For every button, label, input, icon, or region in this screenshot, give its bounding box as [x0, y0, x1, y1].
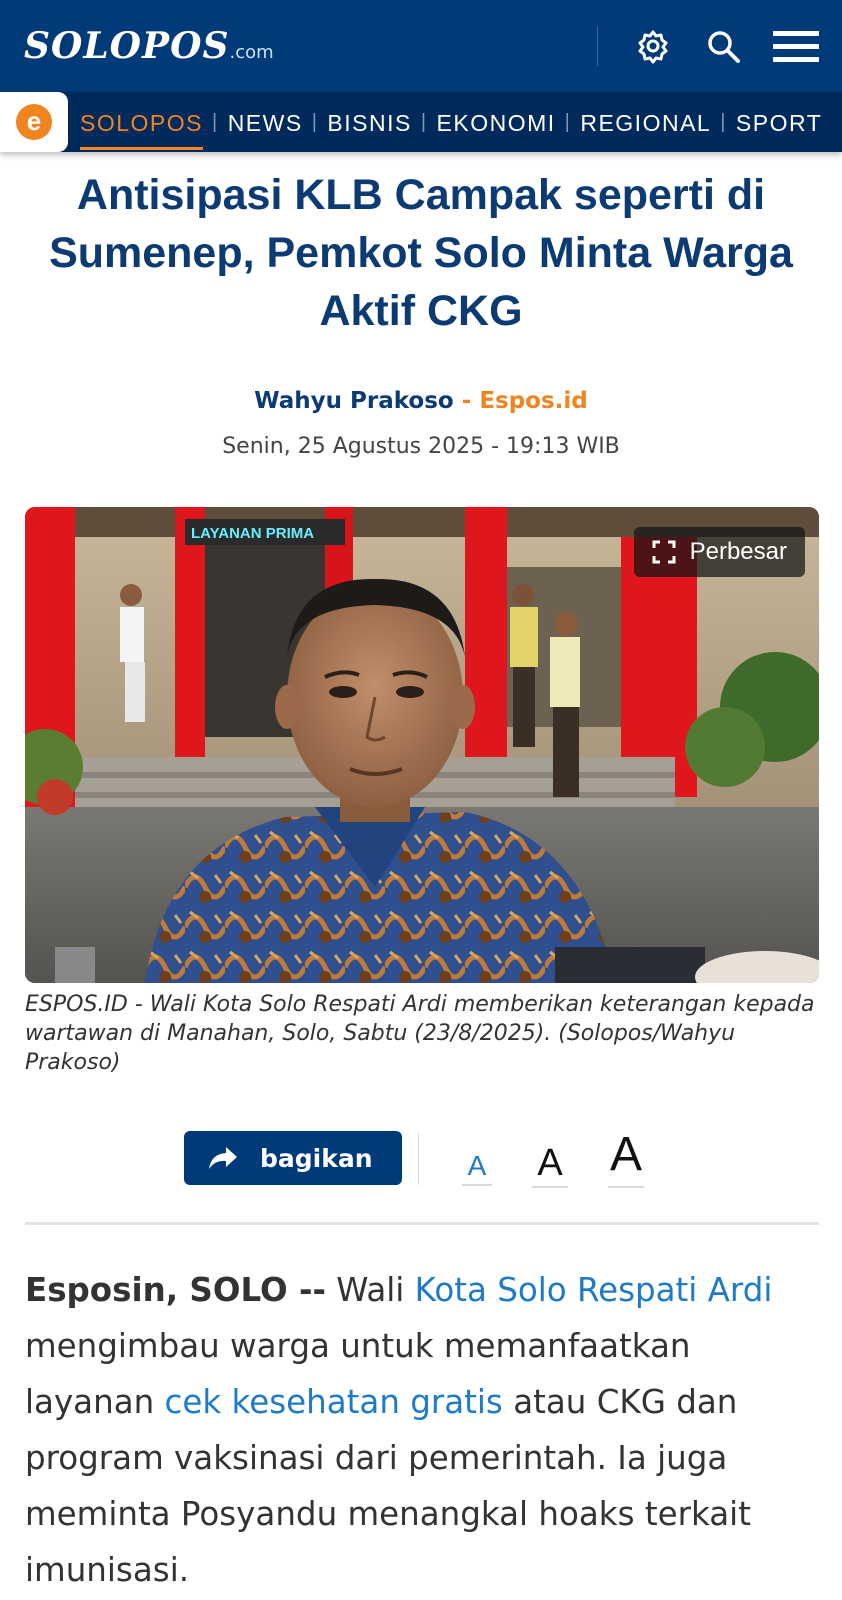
nav-separator: |: [420, 110, 428, 133]
site-header: SOLOPOS.com: [0, 0, 842, 92]
gear-icon[interactable]: [635, 28, 671, 64]
category-nav: e SOLOPOS | NEWS | BISNIS | EKONOMI | RE…: [0, 92, 842, 152]
nav-separator: |: [311, 110, 319, 133]
content-divider: [25, 1222, 819, 1225]
nav-item-ekonomi[interactable]: EKONOMI: [437, 92, 556, 152]
nav-separator: |: [720, 110, 727, 133]
enlarge-label: Perbesar: [689, 538, 787, 565]
tools-divider: [418, 1133, 419, 1185]
nav-item-sport[interactable]: SPORT: [736, 92, 822, 152]
espos-logo-icon: e: [16, 104, 52, 140]
enlarge-button[interactable]: Perbesar: [633, 527, 805, 577]
search-icon[interactable]: [705, 28, 741, 64]
font-size-small-button[interactable]: A: [462, 1148, 492, 1186]
nav-item-bisnis[interactable]: BISNIS: [327, 92, 411, 152]
nav-item-regional[interactable]: REGIONAL: [580, 92, 711, 152]
photo-caption: ESPOS.ID - Wali Kota Solo Respati Ardi m…: [25, 992, 815, 1075]
nav-item-solopos[interactable]: SOLOPOS: [80, 92, 203, 152]
author-link[interactable]: Wahyu Prakoso: [254, 388, 454, 414]
header-divider: [597, 26, 598, 66]
body-text: Wali: [325, 1271, 415, 1309]
inline-link-respati-ardi[interactable]: Kota Solo Respati Ardi: [415, 1271, 773, 1309]
nav-separator: |: [211, 110, 219, 133]
menu-icon[interactable]: [773, 28, 819, 64]
photo-illustration: LAYANAN PRIMA: [25, 507, 819, 983]
logo-suffix: .com: [229, 42, 274, 63]
publish-date: Senin, 25 Agustus 2025 - 19:13 WIB: [222, 434, 620, 459]
inline-link-cek-kesehatan[interactable]: cek kesehatan gratis: [165, 1383, 503, 1421]
share-arrow-icon: [209, 1147, 237, 1169]
font-size-large-button[interactable]: A: [608, 1126, 644, 1188]
expand-icon: [652, 540, 676, 564]
nav-separator: |: [564, 110, 572, 133]
nav-item-news[interactable]: NEWS: [228, 92, 303, 152]
article-title: Antisipasi KLB Campak seperti di Sumenep…: [49, 171, 793, 335]
article-photo[interactable]: LAYANAN PRIMA Perbesar: [25, 507, 819, 983]
espos-badge[interactable]: e: [0, 92, 68, 152]
byline: Wahyu Prakoso - Espos.id: [0, 388, 842, 414]
logo-text: SOLOPOS: [24, 25, 230, 67]
site-logo[interactable]: SOLOPOS.com: [24, 24, 274, 68]
dateline-lead: Esposin, SOLO --: [25, 1271, 326, 1309]
share-button[interactable]: bagikan: [184, 1131, 402, 1185]
source-link[interactable]: Espos.id: [479, 388, 587, 414]
byline-separator: -: [461, 388, 472, 414]
article-body: Esposin, SOLO -- Wali Kota Solo Respati …: [25, 1262, 825, 1598]
font-size-medium-button[interactable]: A: [532, 1140, 568, 1188]
nav-items: SOLOPOS | NEWS | BISNIS | EKONOMI | REGI…: [80, 92, 822, 152]
photo-sign-text: LAYANAN PRIMA: [191, 525, 314, 542]
share-label: bagikan: [260, 1143, 373, 1173]
